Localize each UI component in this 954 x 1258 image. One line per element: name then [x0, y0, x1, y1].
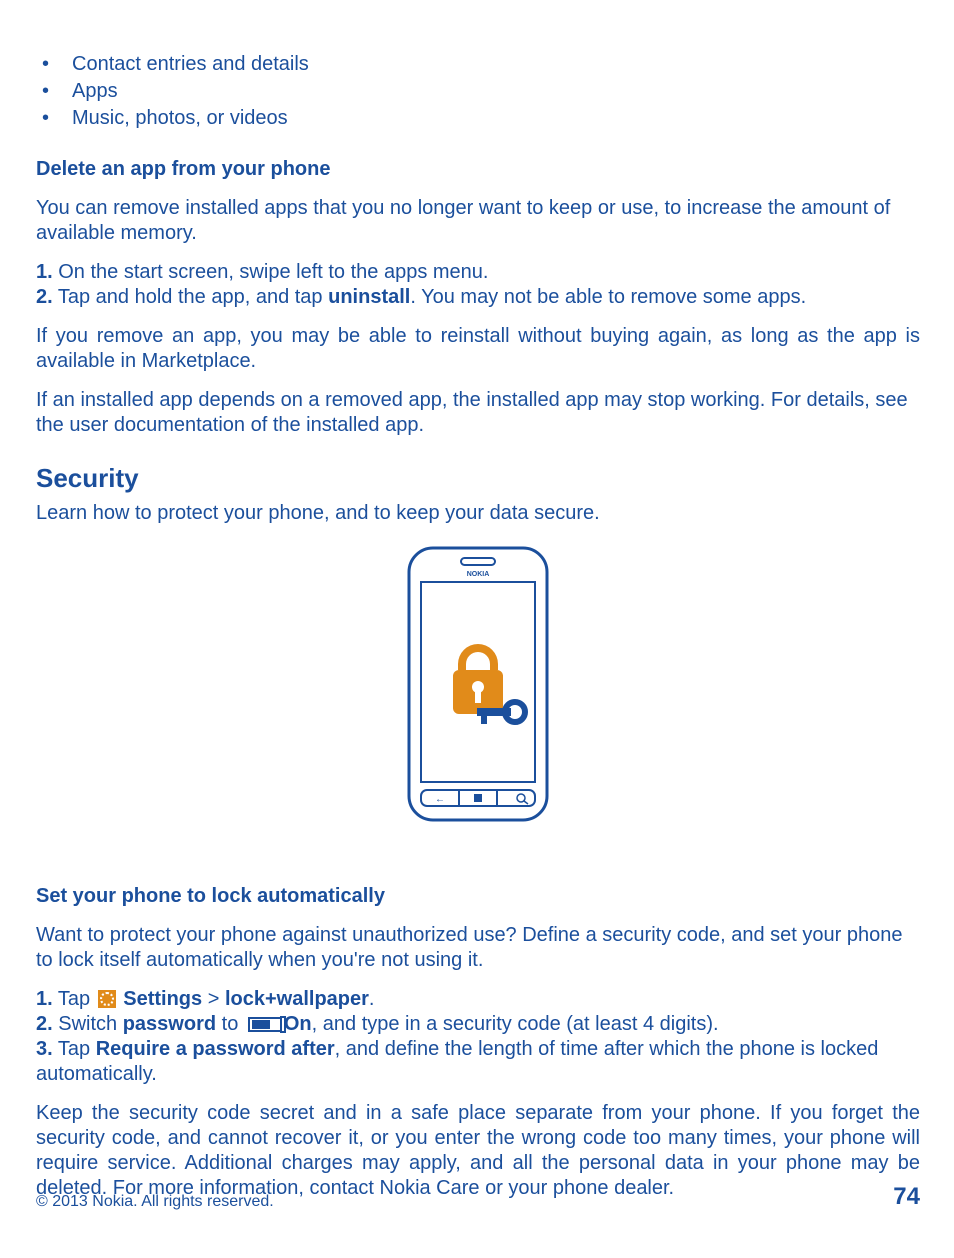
depends-para: If an installed app depends on a removed…	[36, 388, 920, 438]
delete-heading: Delete an app from your phone	[36, 157, 920, 182]
password-label: password	[123, 1013, 216, 1035]
svg-text:NOKIA: NOKIA	[467, 571, 490, 578]
security-intro: Learn how to protect your phone, and to …	[36, 501, 920, 526]
lock-wallpaper-label: lock+wallpaper	[225, 988, 369, 1010]
step-number: 3.	[36, 1038, 53, 1060]
svg-text:←: ←	[435, 794, 445, 805]
phone-illustration: NOKIA ←	[36, 544, 920, 824]
list-item-text: Contact entries and details	[72, 53, 309, 75]
carryover-bullet-list: Contact entries and details Apps Music, …	[36, 52, 920, 131]
step-number: 1.	[36, 988, 53, 1010]
autolock-steps: 1. Tap Settings > lock+wallpaper. 2. Swi…	[36, 987, 920, 1087]
delete-intro: You can remove installed apps that you n…	[36, 196, 920, 246]
list-item: Apps	[36, 79, 920, 104]
phone-lock-icon: NOKIA ←	[403, 544, 553, 824]
step-text: On the start screen, swipe left to the a…	[53, 261, 489, 283]
list-item: Contact entries and details	[36, 52, 920, 77]
step-2: 2. Switch password to On, and type in a …	[36, 1012, 920, 1037]
on-label: On	[284, 1013, 312, 1035]
autolock-heading: Set your phone to lock automatically	[36, 884, 920, 909]
step-number: 2.	[36, 1013, 53, 1035]
step-2: 2. Tap and hold the app, and tap uninsta…	[36, 285, 920, 310]
step-3: 3. Tap Require a password after, and def…	[36, 1037, 920, 1087]
page-footer: © 2013 Nokia. All rights reserved. 74	[36, 1182, 920, 1212]
settings-label: Settings	[123, 988, 202, 1010]
page-number: 74	[893, 1182, 920, 1212]
step-text: >	[202, 988, 225, 1010]
security-heading: Security	[36, 462, 920, 495]
step-1: 1. Tap Settings > lock+wallpaper.	[36, 987, 920, 1012]
step-text: Tap	[53, 1038, 96, 1060]
step-text: . You may not be able to remove some app…	[410, 286, 806, 308]
document-page: Contact entries and details Apps Music, …	[0, 0, 954, 1258]
step-text: , and type in a security code (at least …	[312, 1013, 719, 1035]
list-item-text: Music, photos, or videos	[72, 107, 288, 129]
uninstall-label: uninstall	[328, 286, 410, 308]
step-number: 1.	[36, 261, 53, 283]
require-password-label: Require a password after	[96, 1038, 335, 1060]
step-1: 1. On the start screen, swipe left to th…	[36, 260, 920, 285]
step-number: 2.	[36, 286, 53, 308]
step-text: .	[369, 988, 375, 1010]
step-text: Tap and hold the app, and tap	[53, 286, 328, 308]
list-item: Music, photos, or videos	[36, 106, 920, 131]
settings-icon	[98, 990, 116, 1008]
step-text: to	[216, 1013, 244, 1035]
delete-steps: 1. On the start screen, swipe left to th…	[36, 260, 920, 310]
step-text: Tap	[53, 988, 96, 1010]
list-item-text: Apps	[72, 80, 118, 102]
toggle-on-icon	[248, 1017, 282, 1032]
step-text: Switch	[53, 1013, 123, 1035]
reinstall-para: If you remove an app, you may be able to…	[36, 324, 920, 374]
autolock-intro: Want to protect your phone against unaut…	[36, 923, 920, 973]
copyright-text: © 2013 Nokia. All rights reserved.	[36, 1192, 274, 1212]
